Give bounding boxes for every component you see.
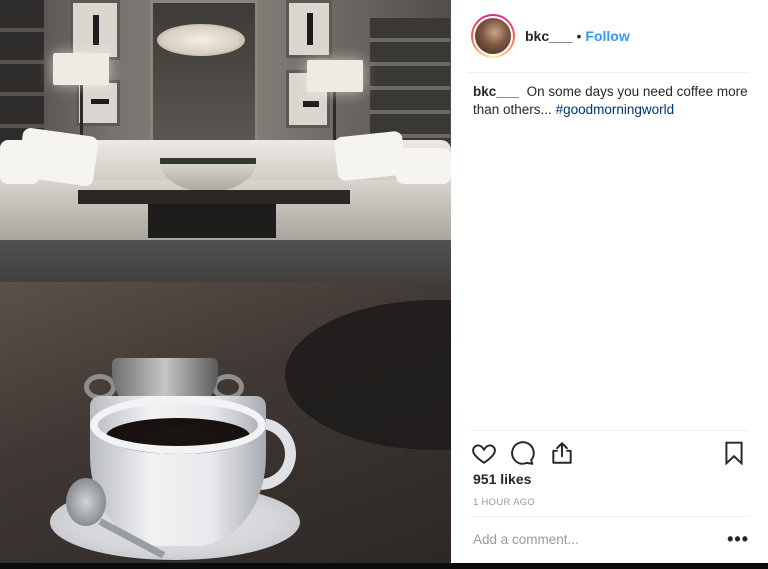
- action-bar: [471, 440, 749, 468]
- post-header: bkc___ • Follow: [451, 0, 768, 72]
- photo-mirror: [150, 0, 258, 148]
- photo-art-frame-3: [286, 0, 332, 58]
- post-photo[interactable]: [0, 0, 451, 569]
- actions-divider: [471, 430, 750, 431]
- photo-spoon: [66, 478, 106, 526]
- share-button[interactable]: [549, 440, 577, 468]
- instagram-post-modal: bkc___ • Follow bkc___ On some days you …: [0, 0, 768, 569]
- likes-count[interactable]: 951 likes: [473, 471, 531, 487]
- comment-divider: [471, 516, 750, 517]
- speech-bubble-icon: [511, 441, 535, 465]
- photo-lamp-stem-right: [333, 90, 336, 144]
- photo-art-frame-1: [70, 0, 120, 60]
- avatar[interactable]: [473, 16, 513, 56]
- caption-hashtag[interactable]: #goodmorningworld: [556, 102, 675, 117]
- photo-chandelier: [157, 24, 245, 56]
- like-button[interactable]: [471, 440, 499, 468]
- post-side-panel: bkc___ • Follow bkc___ On some days you …: [451, 0, 768, 569]
- post-timestamp[interactable]: 1 HOUR AGO: [473, 497, 535, 508]
- more-options-button[interactable]: •••: [727, 530, 749, 548]
- comment-bar: •••: [473, 524, 749, 554]
- photo-cushion-2: [0, 140, 40, 184]
- avatar-story-ring[interactable]: [471, 14, 515, 58]
- author-username[interactable]: bkc___: [525, 28, 572, 44]
- save-button[interactable]: [721, 440, 749, 468]
- share-icon: [552, 442, 572, 464]
- header-separator: •: [576, 28, 582, 44]
- photo-shelf-left: [0, 0, 44, 145]
- photo-shelf-right: [370, 18, 450, 146]
- photo-lamp-left: [53, 53, 109, 85]
- comment-input[interactable]: [473, 531, 703, 547]
- header-divider: [467, 72, 750, 73]
- heart-icon: [472, 444, 496, 464]
- photo-lamp-right: [307, 60, 363, 92]
- bookmark-icon: [725, 441, 743, 466]
- bottom-strip: [0, 563, 768, 569]
- follow-button[interactable]: Follow: [585, 28, 629, 44]
- photo-cushion-4: [396, 148, 451, 184]
- post-caption: bkc___ On some days you need coffee more…: [473, 83, 748, 119]
- comment-button[interactable]: [509, 440, 537, 468]
- caption-username[interactable]: bkc___: [473, 84, 519, 99]
- photo-cup-rim: [90, 396, 266, 454]
- photo-coffee-table-base: [148, 204, 276, 238]
- photo-coffee-table: [78, 190, 350, 204]
